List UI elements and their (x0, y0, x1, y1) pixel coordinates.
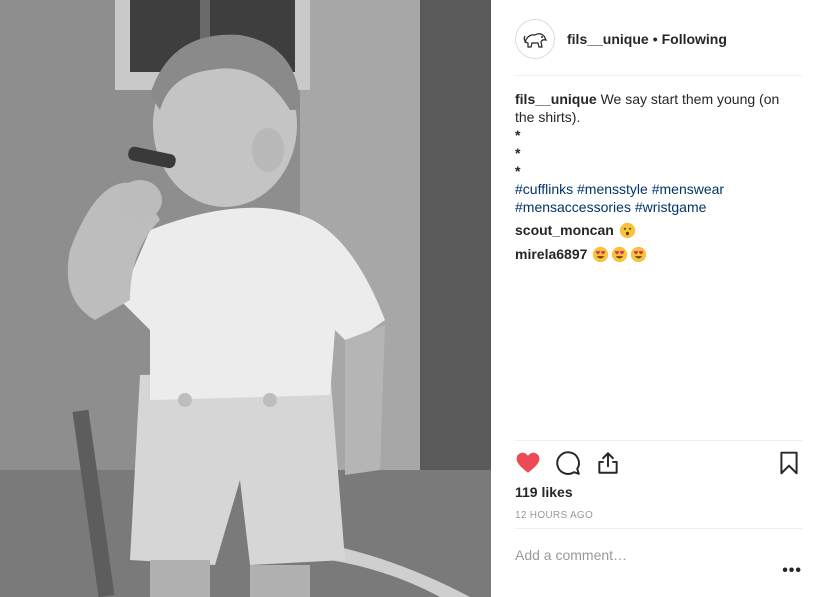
header-divider (515, 75, 802, 76)
bookmark-icon[interactable] (776, 450, 802, 476)
instagram-post: fils__unique • Following fils__unique We… (0, 0, 826, 597)
heart-eyes-icon (593, 246, 609, 262)
comment-username[interactable]: scout_moncan (515, 222, 614, 238)
caption-star-line: * (515, 163, 521, 179)
caption-hashtags: #cufflinks #mensstyle #menswear #mensacc… (515, 180, 795, 216)
post-side-panel: fils__unique • Following fils__unique We… (491, 0, 826, 597)
more-options-button[interactable]: ••• (782, 562, 802, 580)
likes-count[interactable]: 119 likes (515, 484, 573, 500)
post-actions (515, 450, 802, 478)
add-comment-input[interactable] (515, 540, 765, 570)
lion-crest-icon (523, 33, 548, 48)
comment-icon[interactable] (555, 450, 581, 476)
heart-icon[interactable] (515, 450, 541, 476)
avatar[interactable] (515, 19, 555, 59)
post-photo[interactable] (0, 0, 491, 597)
comment-divider (515, 528, 802, 529)
hashtag-link[interactable]: #mensstyle (577, 181, 648, 197)
caption-username[interactable]: fils__unique (515, 91, 597, 107)
hushed-face-icon (619, 222, 635, 238)
hashtag-link[interactable]: #menswear (652, 181, 724, 197)
header-separator: • (652, 31, 658, 47)
post-header: fils__unique • Following (515, 18, 802, 60)
caption-star-line: * (515, 127, 521, 143)
following-button[interactable]: Following (662, 31, 727, 47)
comment-username[interactable]: mirela6897 (515, 246, 587, 262)
share-icon[interactable] (595, 450, 621, 476)
caption-star-lines: * * * (515, 126, 795, 180)
author-username[interactable]: fils__unique (567, 31, 649, 47)
post-timestamp[interactable]: 12 HOURS AGO (515, 510, 593, 521)
post-caption: fils__unique We say start them young (on… (515, 90, 795, 216)
actions-divider (515, 440, 802, 441)
comment-item: scout_moncan (515, 219, 805, 241)
comment-item: mirela6897 (515, 243, 805, 265)
caption-text: fils__unique We say start them young (on… (515, 90, 795, 126)
hashtag-link[interactable]: #cufflinks (515, 181, 573, 197)
hashtag-link[interactable]: #mensaccessories (515, 199, 631, 215)
heart-eyes-icon (631, 246, 647, 262)
heart-eyes-icon (612, 246, 628, 262)
caption-star-line: * (515, 145, 521, 161)
photo-illustration (0, 0, 491, 597)
hashtag-link[interactable]: #wristgame (635, 199, 707, 215)
